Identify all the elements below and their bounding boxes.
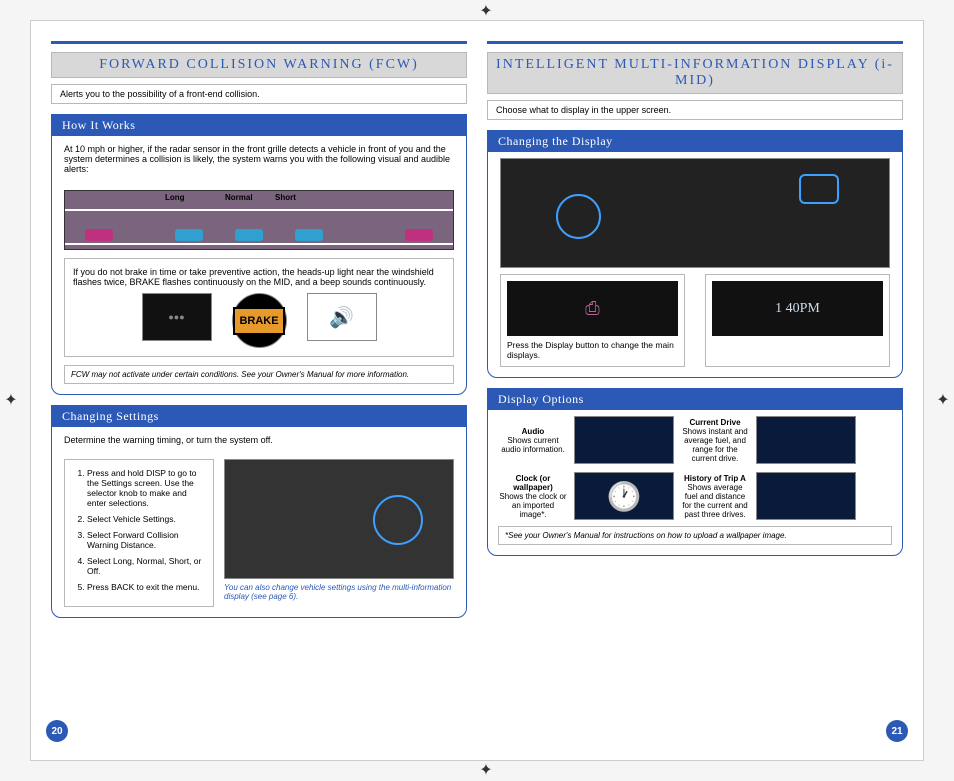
step-4: Select Long, Normal, Short, or Off.	[87, 556, 205, 576]
car-icon	[85, 229, 113, 241]
settings-steps: Press and hold DISP to go to the Setting…	[64, 459, 214, 607]
beep-icon: 🔊	[307, 293, 377, 341]
label-normal: Normal	[225, 193, 253, 202]
option-audio: Audio Shows current audio information.	[498, 427, 568, 454]
label-short: Short	[275, 193, 296, 202]
car-icon	[175, 229, 203, 241]
option-history-image	[756, 472, 856, 520]
step-1: Press and hold DISP to go to the Setting…	[87, 468, 205, 508]
car-icon	[295, 229, 323, 241]
section-changing-settings: Changing Settings Determine the warning …	[51, 405, 467, 618]
display-button-caption: Press the Display button to change the m…	[507, 340, 678, 360]
settings-screen-image	[224, 459, 454, 579]
page-right: INTELLIGENT MULTI-INFORMATION DISPLAY (i…	[487, 41, 903, 730]
clock-display-box: 1 40PM	[705, 274, 890, 367]
page-number-left: 20	[46, 720, 68, 742]
option-current-drive: Current Drive Shows instant and average …	[680, 418, 750, 463]
page-left: FORWARD COLLISION WARNING (FCW) Alerts y…	[51, 41, 467, 730]
step-3: Select Forward Collision Warning Distanc…	[87, 530, 205, 550]
intro-imid: Choose what to display in the upper scre…	[487, 100, 903, 120]
page-spread: FORWARD COLLISION WARNING (FCW) Alerts y…	[30, 20, 924, 761]
section-changing-display: Changing the Display ⎙ Press the Display…	[487, 130, 903, 378]
clock-display-image: 1 40PM	[712, 281, 883, 336]
top-rule	[487, 41, 903, 44]
top-rule	[51, 41, 467, 44]
brake-indicator-image: BRAKE	[232, 293, 287, 348]
how-text: At 10 mph or higher, if the radar sensor…	[52, 136, 466, 182]
section-heading: Display Options	[488, 389, 902, 410]
section-display-options: Display Options Audio Shows current audi…	[487, 388, 903, 556]
option-clock-image	[574, 472, 674, 520]
section-heading: Changing Settings	[52, 406, 466, 427]
display-button-image: ⎙	[507, 281, 678, 336]
option-drive-image	[756, 416, 856, 464]
settings-caption: You can also change vehicle settings usi…	[224, 583, 454, 601]
options-grid: Audio Shows current audio information. C…	[498, 416, 892, 520]
settings-intro: Determine the warning timing, or turn th…	[52, 427, 466, 453]
crop-mark-left: ✦	[2, 391, 20, 409]
label-long: Long	[165, 193, 185, 202]
option-clock: Clock (or wallpaper) Shows the clock or …	[498, 474, 568, 519]
crop-mark-bottom: ✦	[477, 761, 495, 779]
section-heading: How It Works	[52, 115, 466, 136]
fcw-distance-diagram: Long Normal Short	[64, 190, 454, 250]
heads-up-light-image: ●●●	[142, 293, 212, 341]
dashboard-image	[500, 158, 890, 268]
section-heading: Changing the Display	[488, 131, 902, 152]
brake-label: BRAKE	[233, 307, 284, 335]
display-button-box: ⎙ Press the Display button to change the…	[500, 274, 685, 367]
intro-fcw: Alerts you to the possibility of a front…	[51, 84, 467, 104]
crop-mark-right: ✦	[934, 391, 952, 409]
crop-mark-top: ✦	[477, 2, 495, 20]
page-title-fcw: FORWARD COLLISION WARNING (FCW)	[51, 52, 467, 78]
warning-box: If you do not brake in time or take prev…	[64, 258, 454, 357]
warning-text: If you do not brake in time or take prev…	[73, 267, 445, 287]
section-how-it-works: How It Works At 10 mph or higher, if the…	[51, 114, 467, 395]
car-icon	[235, 229, 263, 241]
options-footnote: *See your Owner's Manual for instruction…	[498, 526, 892, 545]
fcw-footnote: FCW may not activate under certain condi…	[64, 365, 454, 384]
page-number-right: 21	[886, 720, 908, 742]
car-icon	[405, 229, 433, 241]
option-audio-image	[574, 416, 674, 464]
option-history: History of Trip A Shows average fuel and…	[680, 474, 750, 519]
step-2: Select Vehicle Settings.	[87, 514, 205, 524]
page-title-imid: INTELLIGENT MULTI-INFORMATION DISPLAY (i…	[487, 52, 903, 94]
step-5: Press BACK to exit the menu.	[87, 582, 205, 592]
